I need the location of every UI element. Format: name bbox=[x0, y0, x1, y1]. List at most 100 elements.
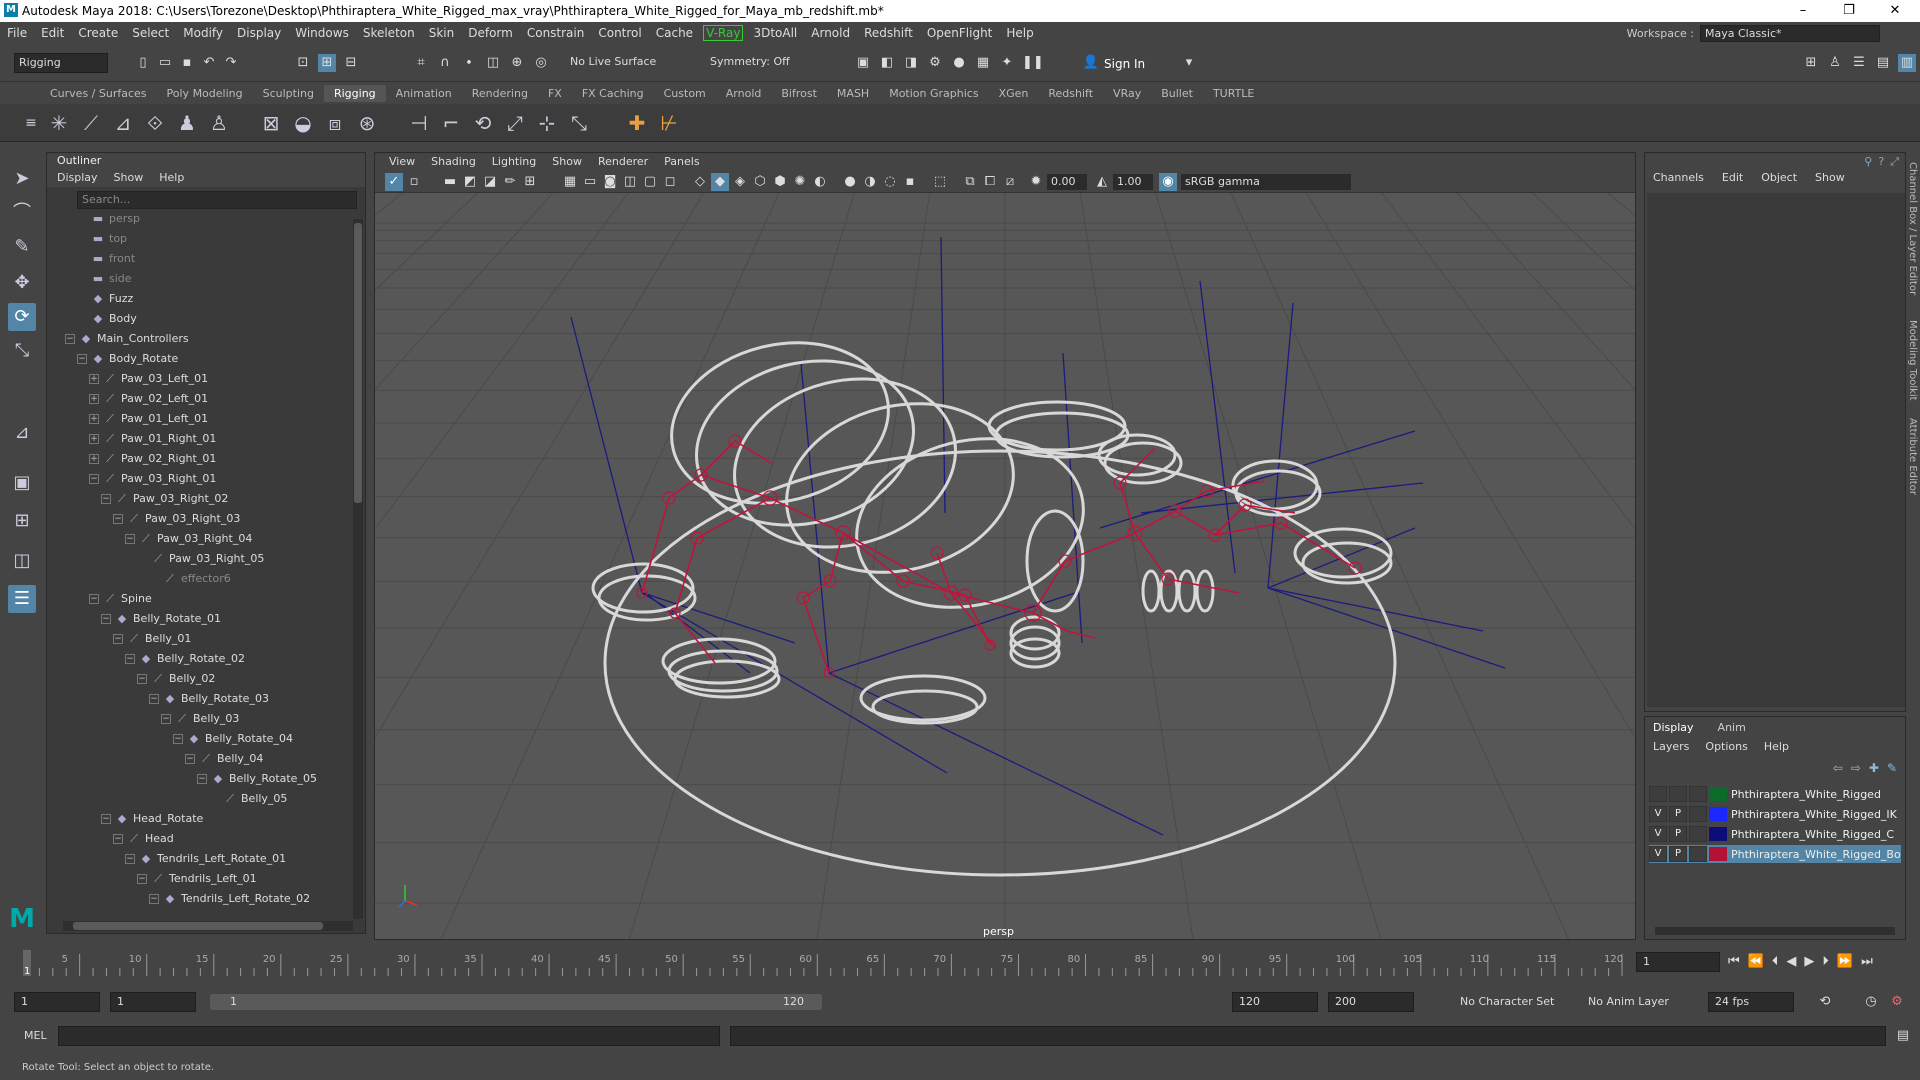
workspace-dropdown[interactable]: Maya Classic* bbox=[1700, 25, 1880, 42]
outliner-item[interactable]: − ⟋ Tendrils_Left_01 bbox=[137, 869, 257, 889]
side-tab-channel-box[interactable]: Channel Box / Layer Editor bbox=[1907, 162, 1918, 295]
viewport-panel[interactable]: View Shading Lighting Show Renderer Panels ✓ … bbox=[374, 152, 1636, 940]
outliner-item[interactable]: − ⟋ Head bbox=[113, 829, 174, 849]
menu-modify[interactable]: Modify bbox=[176, 26, 230, 40]
locator-icon[interactable]: ✚ bbox=[622, 108, 652, 138]
layer-display-type-toggle[interactable] bbox=[1689, 826, 1707, 842]
live-surface-field[interactable]: No Live Surface bbox=[566, 53, 672, 73]
layer-tab-display[interactable]: Display bbox=[1653, 721, 1694, 734]
layer-visibility-toggle[interactable]: V bbox=[1649, 806, 1667, 822]
gamma-icon[interactable]: ◭ bbox=[1093, 173, 1111, 191]
menu-cache[interactable]: Cache bbox=[649, 26, 700, 40]
shelf-tab-rendering[interactable]: Rendering bbox=[462, 85, 538, 102]
film-gate-icon[interactable]: ▦ bbox=[561, 173, 579, 191]
lasso-tool-icon[interactable]: ⌒ bbox=[8, 199, 36, 227]
depth-of-field-icon[interactable]: ▪ bbox=[901, 173, 919, 191]
insert-joint-icon[interactable]: ⟐ bbox=[140, 108, 170, 138]
tool-settings-icon[interactable]: ▤ bbox=[1874, 54, 1892, 72]
two-view-icon[interactable]: ◫ bbox=[8, 547, 36, 575]
range-bar[interactable]: 1 120 bbox=[210, 994, 822, 1010]
layer-color-swatch[interactable] bbox=[1709, 847, 1727, 861]
expand-toggle-icon[interactable]: + bbox=[89, 374, 99, 384]
layer-playback-toggle[interactable] bbox=[1669, 786, 1687, 802]
close-button[interactable]: ✕ bbox=[1872, 0, 1918, 22]
shelf-menu-icon[interactable]: ≡ bbox=[16, 108, 46, 138]
go-to-end-icon[interactable]: ⏭ bbox=[1861, 954, 1873, 969]
character-controls-icon[interactable]: ♙ bbox=[1826, 54, 1844, 72]
channel-box-help-icon[interactable]: ? bbox=[1878, 155, 1884, 169]
animation-end-field[interactable]: 200 bbox=[1328, 992, 1414, 1012]
parent-constraint-icon[interactable]: ⊹ bbox=[532, 108, 562, 138]
snap-point-icon[interactable]: ∙ bbox=[460, 54, 478, 72]
camera-attr-icon[interactable]: ▫ bbox=[405, 173, 423, 191]
menu-edit[interactable]: Edit bbox=[34, 26, 71, 40]
point-constraint-icon[interactable]: ⊣ bbox=[404, 108, 434, 138]
outliner-item[interactable]: − ◆ Belly_Rotate_02 bbox=[125, 649, 245, 669]
channel-box-expand-icon[interactable]: ⤢ bbox=[1890, 155, 1899, 169]
expand-toggle-icon[interactable]: − bbox=[89, 474, 99, 484]
layer-menu-help[interactable]: Help bbox=[1764, 740, 1789, 753]
expand-toggle-icon[interactable]: − bbox=[113, 514, 123, 524]
orient-constraint-icon[interactable]: ⟲ bbox=[468, 108, 498, 138]
expand-toggle-icon[interactable]: + bbox=[89, 434, 99, 444]
resolution-gate-icon[interactable]: ▭ bbox=[581, 173, 599, 191]
outliner-item[interactable]: − ◆ Main_Controllers bbox=[65, 329, 189, 349]
outliner-item[interactable]: ⟋ Belly_05 bbox=[209, 789, 287, 809]
menu-3dtoall[interactable]: 3DtoAll bbox=[746, 26, 804, 40]
outliner-menu-display[interactable]: Display bbox=[57, 169, 98, 187]
mel-label[interactable]: MEL bbox=[24, 1029, 47, 1042]
outliner-item[interactable]: − ◆ Belly_Rotate_04 bbox=[173, 729, 293, 749]
layer-menu-layers[interactable]: Layers bbox=[1653, 740, 1689, 753]
expand-toggle-icon[interactable]: − bbox=[161, 714, 171, 724]
bind-skin-icon[interactable]: ⊠ bbox=[256, 108, 286, 138]
layer-menu-options[interactable]: Options bbox=[1705, 740, 1747, 753]
expand-toggle-icon[interactable]: − bbox=[101, 814, 111, 824]
outliner-scrollbar[interactable] bbox=[353, 219, 363, 919]
outliner-item[interactable]: − ◆ Body_Rotate bbox=[77, 349, 178, 369]
restore-button[interactable]: ❐ bbox=[1826, 0, 1872, 22]
outliner-menu-help[interactable]: Help bbox=[159, 169, 184, 187]
menu-v-ray[interactable]: V-Ray bbox=[703, 25, 744, 41]
shelf-tab-rigging[interactable]: Rigging bbox=[323, 84, 386, 102]
expand-toggle-icon[interactable]: − bbox=[197, 774, 207, 784]
outliner-item[interactable]: − ⟋ Paw_03_Right_03 bbox=[113, 509, 240, 529]
auto-key-icon[interactable]: ◷ bbox=[1862, 993, 1880, 1011]
wireframe-on-shaded-icon[interactable]: ⬡ bbox=[751, 173, 769, 191]
side-tab-modeling-toolkit[interactable]: Modeling Toolkit bbox=[1907, 320, 1918, 401]
snap-surface-icon[interactable]: ◎ bbox=[532, 54, 550, 72]
outliner-item[interactable]: − ⟋ Belly_01 bbox=[113, 629, 191, 649]
viewport-menu-view[interactable]: View bbox=[383, 153, 421, 171]
render-frame-icon[interactable]: ◧ bbox=[878, 54, 896, 72]
shelf-tab-arnold[interactable]: Arnold bbox=[716, 85, 772, 102]
render-view-icon[interactable]: ▣ bbox=[854, 54, 872, 72]
single-view-icon[interactable]: ▣ bbox=[8, 469, 36, 497]
exposure-icon[interactable]: ✹ bbox=[1027, 173, 1045, 191]
field-chart-icon[interactable]: ◫ bbox=[621, 173, 639, 191]
viewport-menu-show[interactable]: Show bbox=[546, 153, 588, 171]
cluster-deformer-icon[interactable]: ⊬ bbox=[654, 108, 684, 138]
antialiasing-icon[interactable]: ◌ bbox=[881, 173, 899, 191]
shadows-icon[interactable]: ◐ bbox=[811, 173, 829, 191]
menu-help[interactable]: Help bbox=[999, 26, 1040, 40]
channel-box-menu-channels[interactable]: Channels bbox=[1653, 171, 1704, 184]
outliner-item[interactable]: − ⟋ Belly_03 bbox=[161, 709, 239, 729]
expand-toggle-icon[interactable]: − bbox=[173, 734, 183, 744]
select-hierarchy-icon[interactable]: ⊡ bbox=[294, 54, 312, 72]
shelf-tab-xgen[interactable]: XGen bbox=[989, 85, 1039, 102]
safe-action-icon[interactable]: ▢ bbox=[641, 173, 659, 191]
layer-row[interactable]: Phthiraptera_White_Rigged bbox=[1649, 785, 1901, 803]
exposure-field[interactable]: 0.00 bbox=[1047, 174, 1087, 190]
backface-icon[interactable]: ⧄ bbox=[1001, 173, 1019, 191]
motion-blur-icon[interactable]: ◑ bbox=[861, 173, 879, 191]
layer-color-swatch[interactable] bbox=[1709, 787, 1727, 801]
step-forward-key-icon[interactable]: ⏩ bbox=[1837, 954, 1853, 969]
aim-constraint-icon[interactable]: ⌐ bbox=[436, 108, 466, 138]
viewport-menu-renderer[interactable]: Renderer bbox=[592, 153, 654, 171]
menu-file[interactable]: File bbox=[0, 26, 34, 40]
outliner-item[interactable]: − ◆ Belly_Rotate_01 bbox=[101, 609, 221, 629]
last-tool-icon[interactable]: ⊿ bbox=[8, 419, 36, 447]
expand-toggle-icon[interactable]: − bbox=[125, 534, 135, 544]
rotate-tool-icon[interactable]: ⟳ bbox=[8, 303, 36, 331]
undo-icon[interactable]: ↶ bbox=[200, 54, 218, 72]
outliner-item[interactable]: − ⟋ Belly_04 bbox=[185, 749, 263, 769]
